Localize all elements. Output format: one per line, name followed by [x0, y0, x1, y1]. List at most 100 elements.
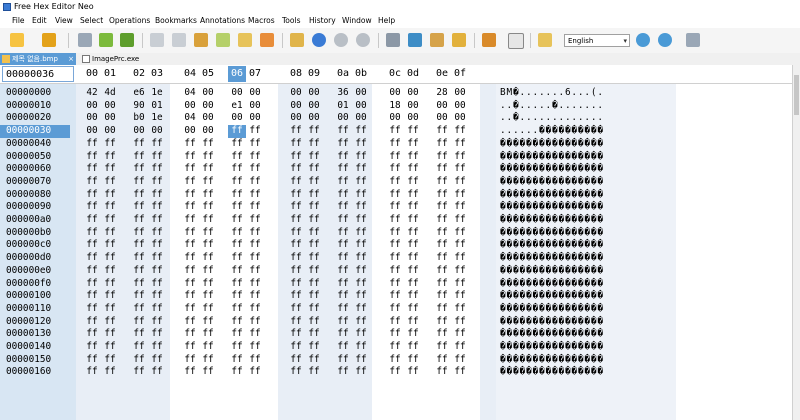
hex-byte[interactable]: ff: [228, 316, 246, 329]
hex-byte[interactable]: 18: [386, 100, 404, 113]
hex-grid[interactable]: 42 4d e6 1e 04 00 00 00 00 00 36 00 00 00 28 00 BM�.....…: [76, 84, 792, 420]
hex-byte[interactable]: ff: [228, 290, 246, 303]
hex-byte[interactable]: ff: [287, 227, 305, 240]
hex-byte[interactable]: 00: [287, 87, 305, 100]
hex-byte[interactable]: 00: [305, 112, 323, 125]
hex-byte[interactable]: ff: [130, 227, 148, 240]
fill-icon[interactable]: [258, 31, 276, 49]
ascii-text[interactable]: ����������������: [500, 290, 604, 303]
hex-byte[interactable]: 00: [83, 112, 101, 125]
hex-byte[interactable]: ff: [83, 151, 101, 164]
hex-byte[interactable]: ff: [83, 138, 101, 151]
hex-byte[interactable]: ff: [451, 176, 469, 189]
hex-byte[interactable]: ff: [352, 316, 370, 329]
ascii-text[interactable]: ����������������: [500, 354, 604, 367]
hex-byte[interactable]: ff: [451, 239, 469, 252]
ascii-text[interactable]: ����������������: [500, 366, 604, 379]
hex-byte[interactable]: ff: [246, 354, 264, 367]
hex-byte[interactable]: ff: [287, 303, 305, 316]
hex-byte[interactable]: 00: [352, 100, 370, 113]
hex-byte[interactable]: ff: [451, 290, 469, 303]
hex-byte[interactable]: ff: [451, 265, 469, 278]
hex-byte[interactable]: ff: [386, 328, 404, 341]
hex-byte[interactable]: ff: [181, 366, 199, 379]
hex-byte[interactable]: ff: [83, 278, 101, 291]
hex-byte[interactable]: ff: [352, 366, 370, 379]
hex-byte[interactable]: ff: [148, 290, 166, 303]
hex-byte[interactable]: 00: [181, 125, 199, 138]
hex-byte[interactable]: ff: [334, 201, 352, 214]
hex-byte[interactable]: 00: [305, 87, 323, 100]
hex-byte[interactable]: ff: [451, 278, 469, 291]
scrollbar-thumb[interactable]: [794, 75, 799, 115]
hex-byte[interactable]: ff: [148, 176, 166, 189]
hex-byte[interactable]: ff: [386, 151, 404, 164]
hex-byte[interactable]: 00: [181, 100, 199, 113]
hex-byte[interactable]: ff: [101, 163, 119, 176]
hex-byte[interactable]: ff: [404, 201, 422, 214]
hex-byte[interactable]: 00: [451, 100, 469, 113]
hex-byte[interactable]: ff: [246, 278, 264, 291]
ascii-text[interactable]: ����������������: [500, 303, 604, 316]
hex-byte[interactable]: ff: [334, 189, 352, 202]
menu-help[interactable]: Help: [378, 14, 395, 28]
hex-byte[interactable]: ff: [83, 290, 101, 303]
hex-byte[interactable]: ff: [404, 354, 422, 367]
ascii-text[interactable]: ����������������: [500, 151, 604, 164]
hex-byte[interactable]: ff: [404, 290, 422, 303]
column-header-08[interactable]: 08: [287, 65, 305, 83]
hex-byte[interactable]: ff: [148, 316, 166, 329]
ascii-text[interactable]: ����������������: [500, 214, 604, 227]
hex-byte[interactable]: ff: [199, 252, 217, 265]
hex-byte[interactable]: ff: [148, 366, 166, 379]
hex-byte[interactable]: 00: [404, 112, 422, 125]
save-icon[interactable]: [76, 31, 94, 49]
hex-byte[interactable]: ff: [228, 366, 246, 379]
hex-view-icon[interactable]: [506, 31, 524, 49]
hex-byte[interactable]: ff: [334, 125, 352, 138]
hex-byte[interactable]: ff: [83, 366, 101, 379]
tab-exe-file[interactable]: ImagePrc.exe: [80, 53, 140, 65]
hex-byte[interactable]: ff: [386, 201, 404, 214]
row-offset[interactable]: 00000020: [6, 112, 51, 125]
hex-byte[interactable]: ff: [287, 138, 305, 151]
column-header-0a[interactable]: 0a: [334, 65, 352, 83]
hex-byte[interactable]: ff: [433, 151, 451, 164]
row-offset[interactable]: 00000160: [6, 366, 51, 379]
hex-byte[interactable]: ff: [101, 278, 119, 291]
hex-byte[interactable]: ff: [181, 151, 199, 164]
hex-byte[interactable]: ff: [246, 189, 264, 202]
hex-byte[interactable]: ff: [433, 227, 451, 240]
hex-byte[interactable]: 04: [181, 87, 199, 100]
hex-byte[interactable]: 28: [433, 87, 451, 100]
hex-byte[interactable]: ff: [404, 366, 422, 379]
hex-byte[interactable]: ff: [181, 290, 199, 303]
column-header-0e[interactable]: 0e: [433, 65, 451, 83]
menu-file[interactable]: File: [12, 14, 25, 28]
hex-byte[interactable]: ff: [334, 138, 352, 151]
ascii-text[interactable]: ����������������: [500, 239, 604, 252]
column-header-06[interactable]: 06: [228, 66, 246, 82]
hex-byte[interactable]: ff: [305, 316, 323, 329]
hex-byte[interactable]: ff: [130, 303, 148, 316]
hex-byte[interactable]: ff: [433, 316, 451, 329]
hex-byte[interactable]: ff: [352, 227, 370, 240]
hex-byte[interactable]: ff: [386, 214, 404, 227]
hex-byte[interactable]: ff: [181, 341, 199, 354]
hex-byte[interactable]: ff: [451, 138, 469, 151]
ascii-text[interactable]: ����������������: [500, 176, 604, 189]
hex-byte[interactable]: ff: [451, 189, 469, 202]
hex-byte[interactable]: ff: [199, 316, 217, 329]
redo-icon[interactable]: [170, 31, 188, 49]
hex-byte[interactable]: ff: [246, 227, 264, 240]
hex-byte[interactable]: ff: [334, 227, 352, 240]
hex-byte[interactable]: ff: [352, 303, 370, 316]
hex-byte[interactable]: ff: [130, 290, 148, 303]
hex-byte[interactable]: ff: [352, 163, 370, 176]
undo-icon[interactable]: [148, 31, 166, 49]
hex-byte[interactable]: ff: [287, 189, 305, 202]
hex-byte[interactable]: 00: [352, 87, 370, 100]
ascii-text[interactable]: ����������������: [500, 227, 604, 240]
hex-byte[interactable]: ff: [101, 316, 119, 329]
hex-byte[interactable]: 00: [433, 100, 451, 113]
